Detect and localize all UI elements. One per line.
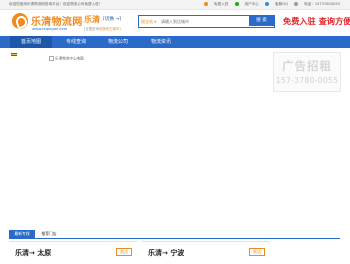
logo-url: www.leqingwl.com: [32, 26, 68, 31]
top-links: 免费入驻 用户中心 客服QQ 电话：15737800055: [199, 0, 340, 9]
join-link[interactable]: 免费入驻: [203, 2, 228, 6]
phone-text: 电话：15737800055: [294, 2, 340, 6]
tab-latest-routes[interactable]: 最新专线: [9, 230, 35, 238]
wechat-icon: [234, 2, 239, 6]
slogan: 免费入驻 查询方便: [283, 16, 350, 26]
nav-route-search[interactable]: 专线查询: [55, 36, 97, 48]
logo-icon[interactable]: [12, 13, 28, 29]
route-card[interactable]: 乐清→ 宁波 直达: [142, 241, 270, 264]
search-box: 搜全站 ▾ 搜 索: [138, 15, 275, 28]
ad-phone: 157-3780-0055: [275, 76, 339, 85]
header: 乐清物流网 www.leqingwl.com 乐清 [切换 →] [全国查询切换…: [0, 10, 350, 34]
welcome-text: 欢迎您使用乐清物流网查询平台！欢迎物流公司免费入驻！: [9, 2, 103, 6]
other-city-link[interactable]: 切换其它城市: [99, 27, 119, 31]
nav-logistics-companies[interactable]: 物流公司: [97, 36, 139, 48]
current-city: 乐清: [84, 15, 100, 24]
direct-button[interactable]: 直达: [249, 248, 265, 256]
broken-image-icon: [49, 56, 54, 61]
search-scope-select[interactable]: 搜全站 ▾: [141, 18, 156, 25]
qq-icon: [265, 2, 270, 6]
ad-title: 广告招租: [282, 59, 332, 73]
route-card[interactable]: 乐清→ 太原 直达: [9, 241, 137, 264]
nav-logistics-news[interactable]: 物流资讯: [139, 36, 183, 48]
map-image[interactable]: 乐清物流中心地图: [49, 56, 84, 62]
switch-city-link[interactable]: [切换 →]: [103, 16, 121, 22]
direct-button[interactable]: 直达: [116, 248, 132, 256]
ad-box[interactable]: 广告招租 157-3780-0055: [273, 52, 341, 92]
map-banner: 乐清物流中心地图: [9, 52, 271, 222]
qq-link[interactable]: 客服QQ: [265, 2, 288, 6]
join-icon: [203, 2, 208, 6]
search-input[interactable]: [161, 17, 227, 25]
main-nav: 首页地图 专线查询 物流公司 物流资讯: [0, 36, 350, 48]
route-title: 乐清→ 太原: [15, 249, 52, 257]
top-bar: 欢迎您使用乐清物流网查询平台！欢迎物流公司免费入驻！ 免费入驻 用户中心 客服Q…: [0, 0, 350, 10]
route-title: 乐清→ 宁波: [148, 249, 185, 257]
route-tabs: 最新专线 推荐门店: [9, 230, 340, 239]
tab-recommended-stores[interactable]: 推荐门店: [37, 230, 61, 238]
city-sub-text: [全国查询切换其它城市]: [84, 27, 121, 31]
user-center-link[interactable]: 用户中心: [234, 2, 259, 6]
phone-icon: [294, 2, 299, 6]
search-button[interactable]: 搜 索: [249, 16, 274, 26]
nav-home-map[interactable]: 首页地图: [10, 36, 52, 48]
